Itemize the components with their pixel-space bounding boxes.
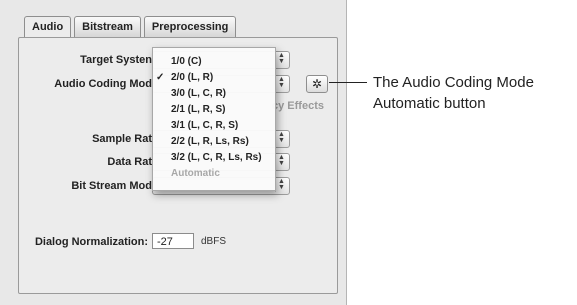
screenshot: Audio Bitstream Preprocessing Target Sys…	[0, 0, 577, 305]
menu-item-1-0[interactable]: 1/0 (C)	[153, 56, 275, 72]
callout-leader-line	[329, 82, 367, 83]
callout-line-2: Automatic button	[373, 95, 486, 112]
menu-item-3-1[interactable]: 3/1 (L, C, R, S)	[153, 120, 275, 136]
tab-bitstream[interactable]: Bitstream	[74, 16, 141, 37]
menu-item-3-0[interactable]: 3/0 (L, C, R)	[153, 88, 275, 104]
callout-line-1: The Audio Coding Mode	[373, 74, 534, 91]
menu-item-2-0[interactable]: ✓ 2/0 (L, R)	[153, 72, 275, 88]
menu-item-2-2[interactable]: 2/2 (L, R, Ls, Rs)	[153, 136, 275, 152]
audio-coding-mode-menu: 1/0 (C) ✓ 2/0 (L, R) 3/0 (L, C, R) 2/1 (…	[152, 47, 276, 191]
menu-item-3-2[interactable]: 3/2 (L, C, R, Ls, Rs)	[153, 152, 275, 168]
sample-rate-label: Sample Rat	[92, 133, 152, 145]
dialog-normalization-unit: dBFS	[201, 236, 227, 247]
tab-preprocessing[interactable]: Preprocessing	[143, 16, 237, 37]
bit-stream-mode-label: Bit Stream Mod	[71, 180, 152, 192]
audio-coding-mode-label: Audio Coding Mod	[54, 78, 152, 90]
lfe-checkbox-label: cy Effects	[272, 100, 324, 112]
target-system-label: Target Systen	[80, 54, 152, 66]
dialog-normalization-label: Dialog Normalization:	[34, 236, 148, 248]
dialog-normalization-field[interactable]: -27	[152, 233, 194, 249]
audio-coding-mode-automatic-button[interactable]: ✲	[306, 75, 328, 93]
checkmark-icon: ✓	[156, 72, 165, 83]
gear-icon: ✲	[311, 77, 323, 91]
tab-bar: Audio Bitstream Preprocessing	[24, 16, 239, 38]
data-rate-label: Data Rat	[107, 156, 152, 168]
menu-item-2-1[interactable]: 2/1 (L, R, S)	[153, 104, 275, 120]
callout-text: The Audio Coding Mode Automatic button	[373, 72, 534, 114]
menu-item-automatic: Automatic	[171, 168, 220, 179]
tab-audio[interactable]: Audio	[24, 16, 72, 38]
settings-panel: Audio Bitstream Preprocessing Target Sys…	[0, 0, 347, 305]
